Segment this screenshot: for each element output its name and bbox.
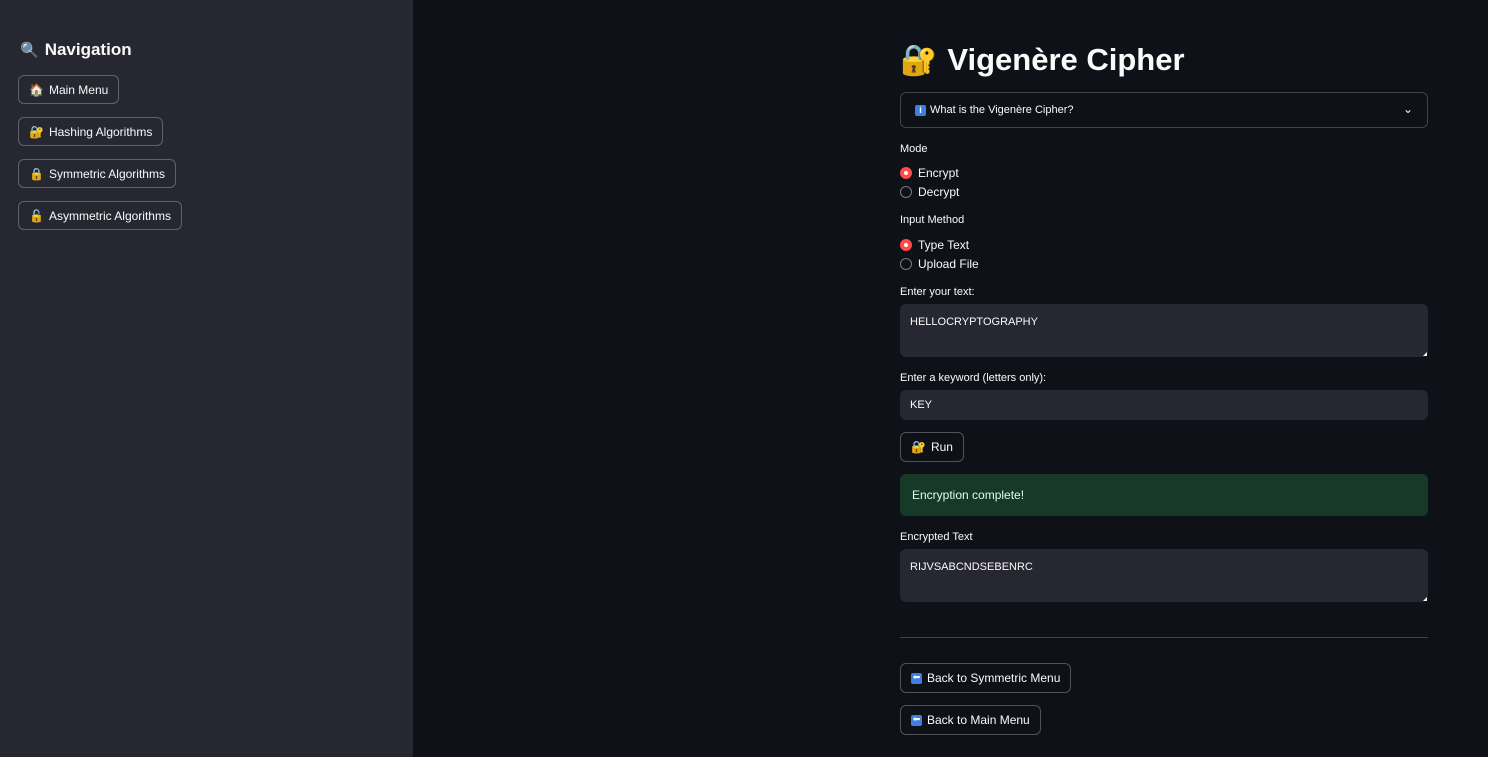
back-to-main-menu-button[interactable]: ⬅ Back to Main Menu xyxy=(900,705,1041,735)
page-title-text: Vigenère Cipher xyxy=(947,42,1185,77)
app-root: 🔍 Navigation 🏠 Main Menu 🔐 Hashing Algor… xyxy=(0,0,1488,757)
text-input-label: Enter your text: xyxy=(900,286,975,298)
mode-option-encrypt[interactable]: Encrypt xyxy=(900,166,959,180)
left-arrow-icon: ⬅ xyxy=(911,672,922,684)
text-input-area[interactable]: HELLOCRYPTOGRAPHY xyxy=(900,304,1428,357)
radio-unselected-icon xyxy=(900,258,912,270)
house-icon: 🏠 xyxy=(29,82,44,97)
keyword-input[interactable]: KEY xyxy=(900,390,1428,420)
sidebar: 🔍 Navigation 🏠 Main Menu 🔐 Hashing Algor… xyxy=(0,0,413,757)
output-label: Encrypted Text xyxy=(900,531,973,543)
output-value: RIJVSABCNDSEBENRC xyxy=(910,561,1033,573)
output-text-area[interactable]: RIJVSABCNDSEBENRC xyxy=(900,549,1428,602)
radio-unselected-icon xyxy=(900,186,912,198)
sidebar-title: 🔍 Navigation xyxy=(20,40,132,60)
sidebar-item-label: Main Menu xyxy=(48,82,109,97)
radio-label: Encrypt xyxy=(918,166,959,180)
resize-handle-icon[interactable] xyxy=(1423,352,1427,356)
chevron-down-icon: ⌄ xyxy=(1402,102,1413,116)
radio-selected-icon xyxy=(900,167,912,179)
sidebar-item-label: Hashing Algorithms xyxy=(48,124,153,139)
success-alert: Encryption complete! xyxy=(900,474,1428,516)
run-button-label: Run xyxy=(930,440,953,454)
left-arrow-icon: ⬅ xyxy=(911,714,922,726)
back-to-symmetric-menu-button[interactable]: ⬅ Back to Symmetric Menu xyxy=(900,663,1072,693)
keyword-input-label: Enter a keyword (letters only): xyxy=(900,372,1047,384)
sidebar-item-hashing-algorithms[interactable]: 🔐 Hashing Algorithms xyxy=(18,117,164,146)
sidebar-item-label: Symmetric Algorithms xyxy=(48,166,165,181)
radio-label: Decrypt xyxy=(918,185,960,199)
divider xyxy=(900,637,1428,638)
expander-label: What is the Vigenère Cipher? xyxy=(930,104,1074,116)
back-button-label: Back to Symmetric Menu xyxy=(927,671,1061,685)
run-button[interactable]: 🔐 Run xyxy=(900,432,964,462)
radio-label: Type Text xyxy=(918,238,970,252)
info-icon: i xyxy=(915,104,926,116)
lock-key-icon: 🔐 xyxy=(29,124,44,139)
radio-label: Upload File xyxy=(918,257,979,271)
cipher-info-expander[interactable]: i What is the Vigenère Cipher? ⌄ xyxy=(900,92,1428,128)
sidebar-item-asymmetric-algorithms[interactable]: 🔓 Asymmetric Algorithms xyxy=(18,201,182,230)
input-method-option-upload-file[interactable]: Upload File xyxy=(900,257,979,271)
sidebar-title-text: Navigation xyxy=(44,40,132,59)
keyword-input-value: KEY xyxy=(910,399,933,411)
radio-selected-icon xyxy=(900,239,912,251)
sidebar-item-symmetric-algorithms[interactable]: 🔒 Symmetric Algorithms xyxy=(18,159,176,188)
back-button-label: Back to Main Menu xyxy=(927,713,1030,727)
mode-label: Mode xyxy=(900,143,928,155)
mode-option-decrypt[interactable]: Decrypt xyxy=(900,185,959,199)
lock-key-icon: 🔐 xyxy=(900,42,938,78)
text-input-value: HELLOCRYPTOGRAPHY xyxy=(910,316,1038,328)
sidebar-item-main-menu[interactable]: 🏠 Main Menu xyxy=(18,75,120,104)
magnifier-icon: 🔍 xyxy=(20,40,39,59)
page-title: 🔐 Vigenère Cipher xyxy=(900,40,1185,80)
resize-handle-icon[interactable] xyxy=(1423,597,1427,601)
lock-icon: 🔒 xyxy=(29,166,44,181)
input-method-label: Input Method xyxy=(900,214,965,226)
input-method-option-type-text[interactable]: Type Text xyxy=(900,238,969,252)
sidebar-item-label: Asymmetric Algorithms xyxy=(48,208,171,223)
success-message: Encryption complete! xyxy=(912,488,1025,502)
unlock-icon: 🔓 xyxy=(29,208,44,223)
lock-key-icon: 🔐 xyxy=(911,440,926,454)
